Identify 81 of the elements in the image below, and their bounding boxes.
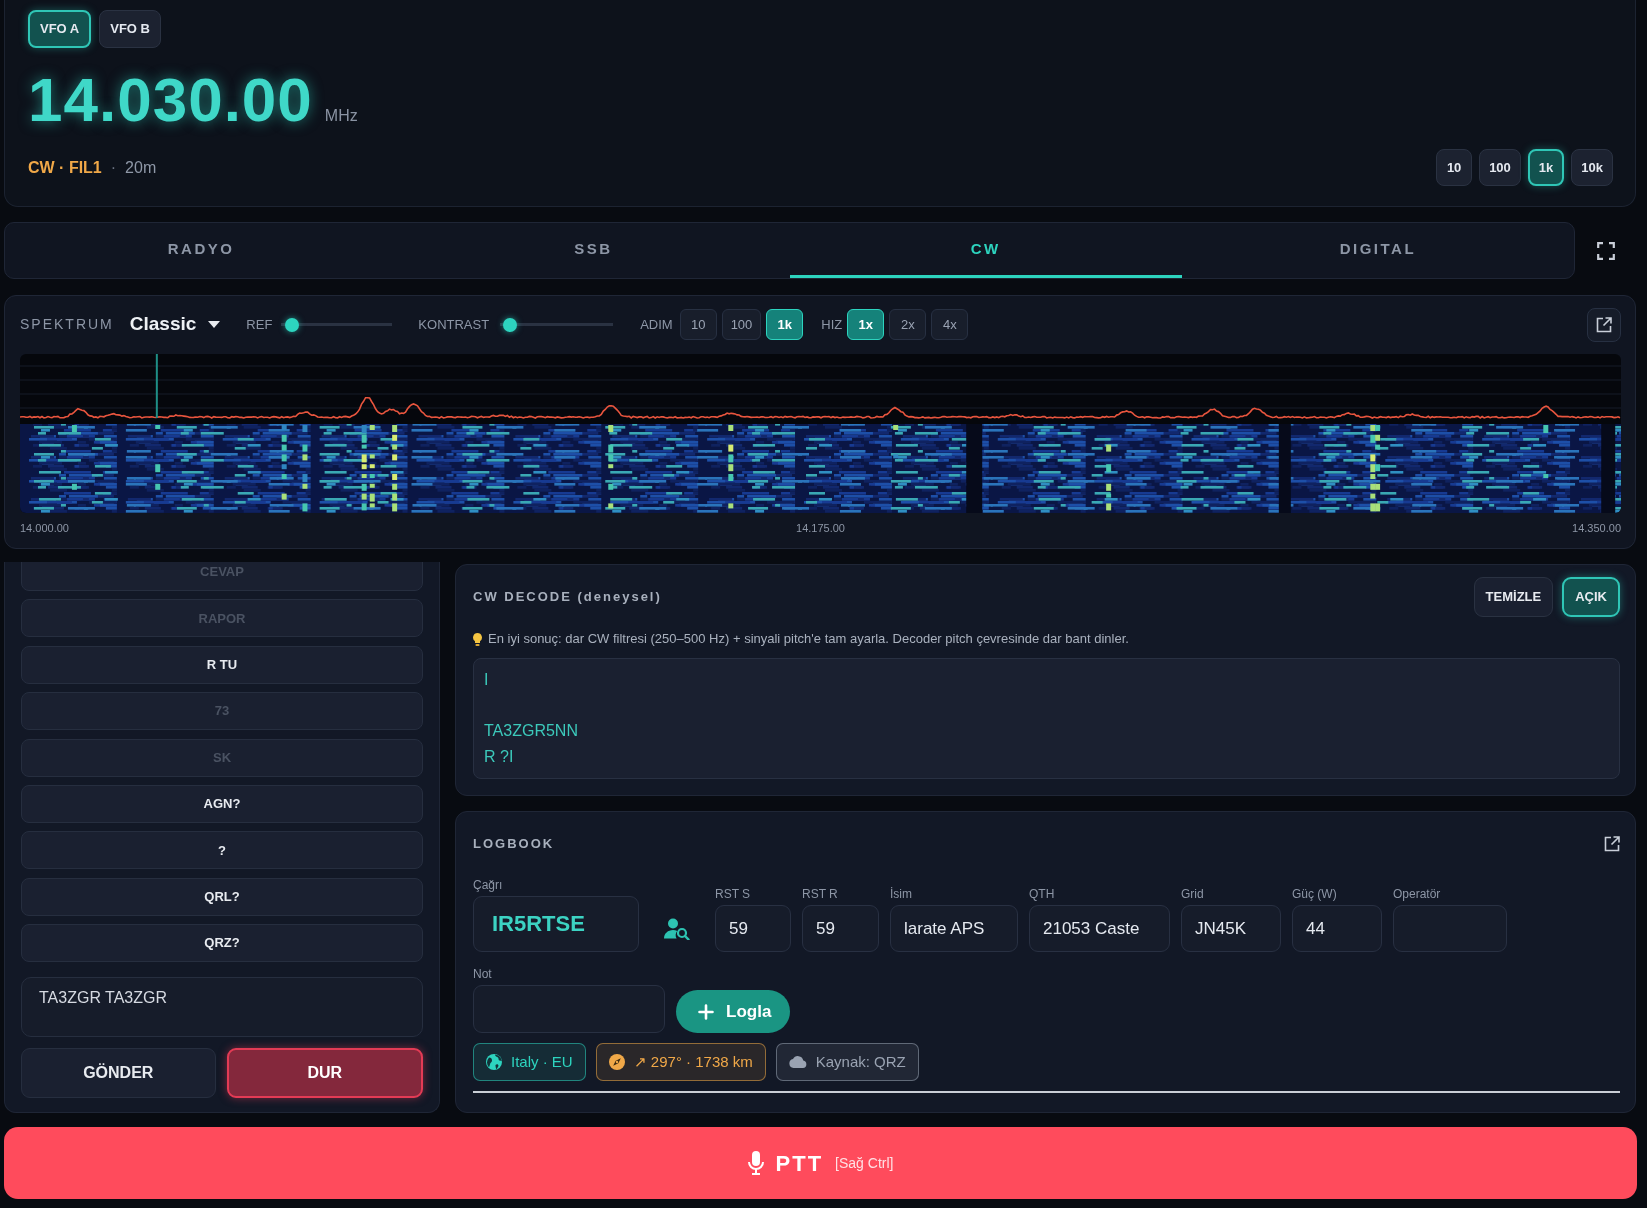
frequency-axis-label: 14.175.00 <box>796 521 845 535</box>
macro-button[interactable]: ? <box>21 831 423 870</box>
slider-label: REF <box>246 315 273 334</box>
plus-icon <box>698 1003 714 1020</box>
microphone-icon <box>747 1151 764 1175</box>
field-label: Operatör <box>1393 887 1442 902</box>
input-field[interactable]: larate APS <box>890 905 1018 952</box>
panel-title: LOGBOOK <box>473 835 555 854</box>
mode-tab[interactable]: CW <box>789 223 1182 278</box>
note-field[interactable] <box>473 985 665 1033</box>
step-label: ADIM <box>640 315 673 334</box>
input-field[interactable]: JN45K <box>1181 905 1281 952</box>
speed-label: HIZ <box>821 315 843 334</box>
external-link-icon <box>1596 316 1612 333</box>
panel-title: CW DECODE (deneysel) <box>473 588 662 607</box>
step-button[interactable]: 1k <box>766 309 804 340</box>
input-field[interactable]: 21053 Caste <box>1029 905 1170 952</box>
step-button[interactable]: 10k <box>1571 149 1613 186</box>
input-field[interactable] <box>1393 905 1507 952</box>
cloud-icon <box>788 1056 807 1068</box>
caret-icon <box>208 321 221 328</box>
frequency-axis-label: 14.350.00 <box>1572 521 1621 535</box>
step-button[interactable]: 10 <box>1436 149 1473 186</box>
field-label: Çağrı <box>473 878 504 893</box>
compass-icon <box>608 1054 625 1070</box>
hint-text: En iyi sonuç: dar CW filtresi (250–500 Hz) + sinyali pitch'e tam ayarla. Decoder pitch çevresinde dar bant dinler. <box>488 630 1129 649</box>
separator: · <box>110 157 117 178</box>
macro-button[interactable]: R TU <box>21 645 423 684</box>
field-label: RST R <box>802 887 839 902</box>
decode-button[interactable]: AÇIK <box>1562 577 1620 617</box>
tuning-marker <box>155 354 158 418</box>
palette-dropdown[interactable]: Classic <box>129 310 221 339</box>
user-search-icon[interactable] <box>664 917 690 940</box>
callsign-field[interactable]: IR5RTSE <box>473 896 639 952</box>
field-label: QTH <box>1029 887 1056 902</box>
step-button[interactable]: 10 <box>679 309 717 340</box>
vfo-button[interactable]: VFO A <box>28 10 92 48</box>
mode-label: CW · FIL1 <box>28 157 102 178</box>
step-button[interactable]: 100 <box>721 309 762 340</box>
speed-button[interactable]: 4x <box>931 309 969 340</box>
slider-label: KONTRAST <box>418 315 490 334</box>
stop-button[interactable]: DUR <box>226 1048 423 1098</box>
vfo-button[interactable]: VFO B <box>99 10 161 48</box>
macro-button[interactable]: QRL? <box>21 877 423 916</box>
fullscreen-icon[interactable] <box>1596 241 1615 260</box>
chip-text: Italy · EU <box>511 1051 573 1072</box>
log-button[interactable]: Logla <box>676 990 791 1033</box>
chip-text: Kaynak: QRZ <box>815 1051 906 1072</box>
spectrum-label: SPEKTRUM <box>20 315 114 334</box>
external-link-icon[interactable] <box>1604 836 1620 852</box>
macro-button[interactable]: QRZ? <box>21 924 423 963</box>
step-button[interactable]: 100 <box>1479 149 1521 186</box>
input-field[interactable]: 59 <box>802 905 879 952</box>
decode-output: I TA3ZGR5NN R ?I <box>473 658 1620 779</box>
frequency-unit: MHz <box>324 106 358 126</box>
field-label: Not <box>473 967 493 982</box>
frequency-axis-label: 14.000.00 <box>20 521 69 535</box>
slider-thumb[interactable] <box>503 317 518 332</box>
speed-button[interactable]: 2x <box>889 309 927 340</box>
band-label: 20m <box>125 157 157 178</box>
macro-button[interactable]: AGN? <box>21 784 423 823</box>
mode-tab[interactable]: RADYO <box>5 223 398 278</box>
field-label: Grid <box>1181 887 1205 902</box>
field-label: RST S <box>715 887 752 902</box>
frequency-display: 14.030.00 <box>28 69 313 131</box>
decode-button[interactable]: TEMİZLE <box>1473 577 1554 617</box>
step-button[interactable]: 1k <box>1527 149 1565 186</box>
globe-icon <box>486 1054 502 1070</box>
input-field[interactable]: 44 <box>1292 905 1382 952</box>
field-label: İsim <box>890 887 913 902</box>
slider-thumb[interactable] <box>285 317 300 332</box>
lightbulb-icon <box>473 632 482 646</box>
mode-tab[interactable]: SSB <box>397 223 790 278</box>
field-label: Güç (W) <box>1292 887 1338 902</box>
popout-button[interactable] <box>1587 307 1621 342</box>
send-button[interactable]: GÖNDER <box>21 1048 216 1098</box>
input-field[interactable]: 59 <box>715 905 791 952</box>
chip-text: ↗ 297° · 1738 km <box>633 1051 753 1072</box>
message-field[interactable]: TA3ZGR TA3ZGR <box>21 977 423 1037</box>
speed-button[interactable]: 1x <box>847 309 885 340</box>
mode-tab[interactable]: DIGITAL <box>1181 223 1574 278</box>
